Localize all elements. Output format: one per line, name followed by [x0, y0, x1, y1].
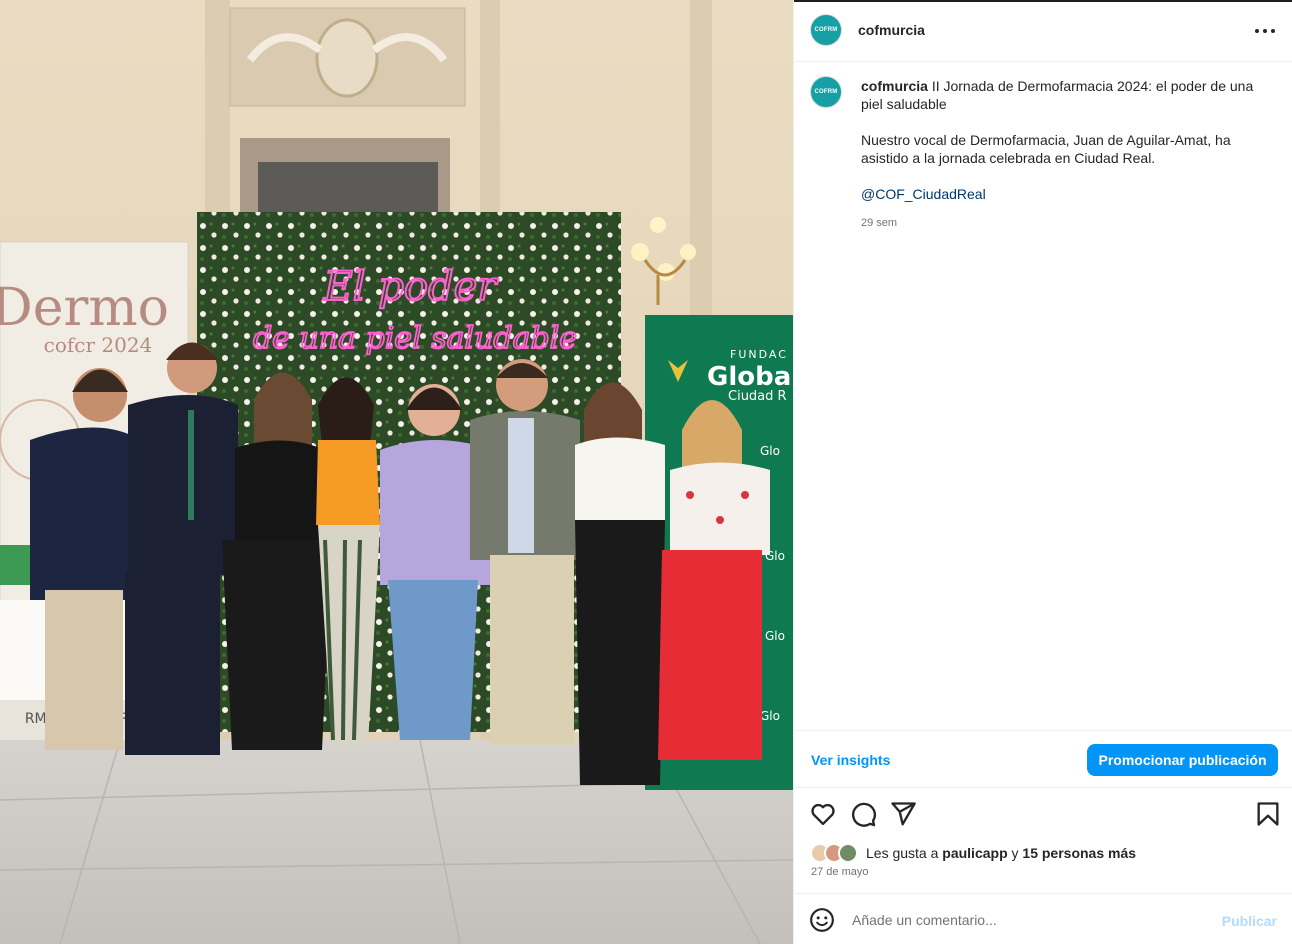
svg-text:Glo: Glo	[765, 629, 785, 643]
post-photo[interactable]: El poder de una piel saludable Dermo cof…	[0, 0, 793, 944]
view-insights-link[interactable]: Ver insights	[811, 752, 890, 768]
comment-input[interactable]	[850, 908, 1214, 932]
banner-right-top: FUNDAC	[730, 348, 788, 361]
instagram-post-view: El poder de una piel saludable Dermo cof…	[0, 0, 1292, 944]
svg-text:Glo: Glo	[760, 444, 780, 458]
bookmark-icon[interactable]	[1254, 800, 1282, 828]
account-username[interactable]: cofmurcia	[858, 22, 925, 38]
likes-prefix: Les gusta a	[866, 845, 943, 861]
caption-avatar-logo-text: COFRM	[814, 89, 838, 95]
caption-mention-link[interactable]: @COF_CiudadReal	[861, 186, 986, 202]
share-icon[interactable]	[889, 800, 917, 828]
caption-avatar[interactable]: COFRM	[810, 76, 842, 108]
heart-icon[interactable]	[809, 800, 837, 828]
neon-sign-line2: de una piel saludable	[253, 321, 577, 356]
emoji-icon[interactable]	[809, 907, 835, 933]
account-avatar[interactable]: COFRM	[810, 14, 842, 46]
caption-body: Nuestro vocal de Dermofarmacia, Juan de …	[861, 132, 1231, 166]
likes-others-link[interactable]: 15 personas más	[1022, 845, 1136, 861]
promote-post-button[interactable]: Promocionar publicación	[1087, 744, 1278, 776]
banner-right-city: Ciudad R	[728, 389, 787, 404]
likes-user-link[interactable]: paulicapp	[942, 845, 1007, 861]
liker-avatar[interactable]	[838, 843, 858, 863]
caption-text-block: cofmurcia II Jornada de Dermofarmacia 20…	[861, 77, 1261, 232]
post-date[interactable]: 27 de mayo	[811, 866, 868, 878]
comment-icon[interactable]	[849, 800, 877, 828]
caption-username[interactable]: cofmurcia	[861, 78, 928, 94]
svg-text:Glo: Glo	[760, 709, 780, 723]
post-header: COFRM cofmurcia	[794, 0, 1292, 62]
post-side-panel: COFRM cofmurcia COFRM cofmurcia II Jorna…	[793, 0, 1292, 944]
more-options-icon[interactable]	[1255, 22, 1275, 40]
comment-bar: Publicar	[794, 893, 1292, 944]
banner-right-brand: Global	[707, 362, 793, 392]
banner-left-subtitle: cofcr 2024	[44, 333, 153, 357]
likes-summary: Les gusta a paulicapp y 15 personas más	[810, 842, 1136, 864]
photo-illustration: El poder de una piel saludable Dermo cof…	[0, 0, 793, 944]
publish-comment-button[interactable]: Publicar	[1222, 913, 1277, 929]
likes-text: Les gusta a paulicapp y 15 personas más	[866, 845, 1136, 861]
caption-timestamp[interactable]: 29 sem	[861, 214, 1261, 232]
banner-left-title: Dermo	[0, 278, 169, 338]
action-icons-row	[794, 800, 1292, 828]
insights-bar: Ver insights Promocionar publicación	[794, 730, 1292, 788]
neon-sign-line1: El poder	[323, 264, 500, 310]
avatar-logo-text: COFRM	[814, 27, 838, 33]
likes-middle: y	[1007, 845, 1023, 861]
